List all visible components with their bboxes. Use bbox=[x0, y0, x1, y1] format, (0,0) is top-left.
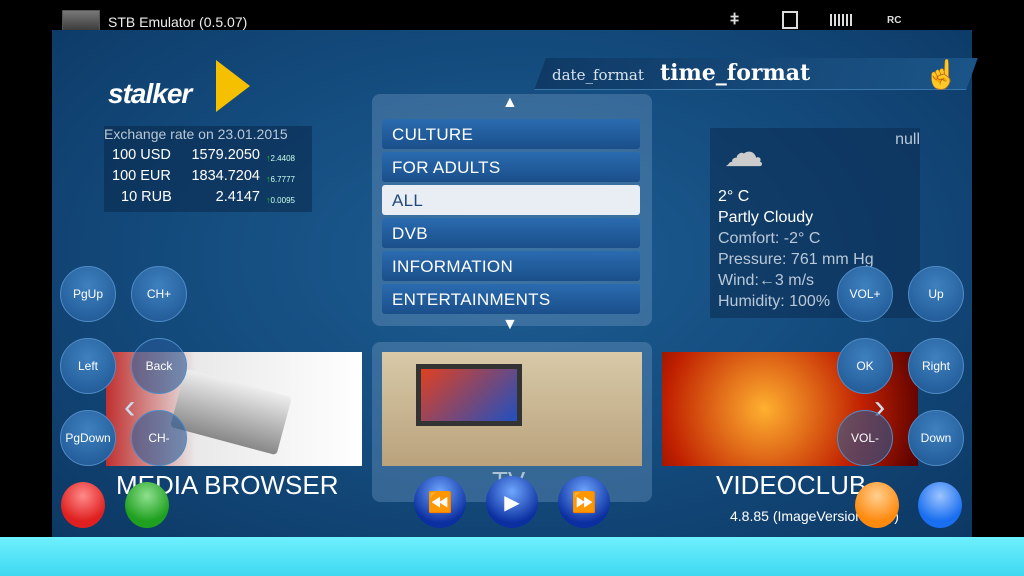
menu-item-dvb[interactable]: DVB bbox=[382, 218, 640, 248]
time-format: time_format bbox=[660, 60, 811, 86]
tv-tile[interactable] bbox=[382, 352, 642, 466]
menu-item-for-adults[interactable]: FOR ADULTS bbox=[382, 152, 640, 182]
vol-minus-button[interactable]: VOL- bbox=[837, 410, 893, 466]
exchange-title: Exchange rate on 23.01.2015 bbox=[104, 126, 288, 142]
menu-item-all[interactable]: ALL bbox=[382, 185, 640, 215]
usb-image bbox=[170, 368, 292, 456]
rate: 1579.2050 bbox=[191, 147, 260, 163]
delta: 0.0095 bbox=[266, 195, 295, 205]
weather-condition: Partly Cloudy bbox=[718, 209, 814, 226]
date-format: date_format bbox=[552, 66, 644, 84]
tv-image bbox=[416, 364, 522, 426]
currency: 100 EUR bbox=[112, 168, 171, 184]
right-button[interactable]: Right bbox=[908, 338, 964, 394]
delta: 6.7777 bbox=[266, 174, 295, 184]
fast-forward-button[interactable]: ⏩ bbox=[558, 476, 610, 528]
blue-button[interactable] bbox=[918, 482, 962, 528]
stalker-logo: stalker bbox=[108, 78, 192, 109]
ch-minus-button[interactable]: CH- bbox=[131, 410, 187, 466]
chevron-left-icon[interactable]: ‹ bbox=[124, 388, 135, 427]
keyboard-icon[interactable] bbox=[830, 14, 854, 26]
yellow-button[interactable] bbox=[855, 482, 899, 528]
logo-chevron-icon bbox=[216, 60, 250, 112]
image-icon[interactable] bbox=[782, 11, 798, 29]
back-button[interactable]: Back bbox=[131, 338, 187, 394]
rewind-button[interactable]: ⏪ bbox=[414, 476, 466, 528]
play-button[interactable]: ▶ bbox=[486, 476, 538, 528]
fast-forward-icon: ⏩ bbox=[571, 491, 597, 514]
green-button[interactable] bbox=[125, 482, 169, 528]
vol-plus-button[interactable]: VOL+ bbox=[837, 266, 893, 322]
menu-item-information[interactable]: INFORMATION bbox=[382, 251, 640, 281]
rate: 2.4147 bbox=[215, 189, 260, 205]
red-button[interactable] bbox=[61, 482, 105, 528]
exchange-rate-panel: Exchange rate on 23.01.2015 100 USD 1579.… bbox=[104, 126, 312, 212]
up-button[interactable]: Up bbox=[908, 266, 964, 322]
chevron-up-icon[interactable]: ▲ bbox=[502, 94, 518, 112]
rewind-icon: ⏪ bbox=[427, 491, 453, 514]
pgup-button[interactable]: PgUp bbox=[60, 266, 116, 322]
weather-wind: Wind:←3 m/s bbox=[718, 272, 815, 289]
rate: 1834.7204 bbox=[191, 168, 260, 184]
category-menu: ▲ CULTURE FOR ADULTS ALL DVB INFORMATION… bbox=[372, 94, 652, 333]
menu-item-entertainments[interactable]: ENTERTAINMENTS bbox=[382, 284, 640, 314]
chevron-down-icon[interactable]: ▼ bbox=[502, 316, 518, 334]
cloud-icon: ☁ bbox=[724, 131, 764, 175]
play-icon: ▶ bbox=[504, 491, 520, 514]
weather-city: null bbox=[895, 131, 920, 148]
currency: 100 USD bbox=[112, 147, 171, 163]
currency: 10 RUB bbox=[121, 189, 172, 205]
ok-button[interactable]: OK bbox=[837, 338, 893, 394]
pgdown-button[interactable]: PgDown bbox=[60, 410, 116, 466]
notification-bar bbox=[0, 537, 1024, 576]
weather-humidity: Humidity: 100% bbox=[718, 293, 831, 310]
left-button[interactable]: Left bbox=[60, 338, 116, 394]
ch-plus-button[interactable]: CH+ bbox=[131, 266, 187, 322]
menu-item-culture[interactable]: CULTURE bbox=[382, 119, 640, 149]
weather-comfort: Comfort: -2° C bbox=[718, 230, 821, 247]
settings-sliders-icon[interactable]: ⧧ bbox=[730, 8, 739, 29]
videoclub-label: VIDEOCLUB bbox=[716, 470, 867, 500]
weather-temp: 2° C bbox=[718, 188, 750, 205]
delta: 2.4408 bbox=[266, 153, 295, 163]
rc-button[interactable]: RC bbox=[887, 15, 901, 26]
weather-pressure: Pressure: 761 mm Hg bbox=[718, 251, 874, 268]
down-button[interactable]: Down bbox=[908, 410, 964, 466]
touch-hand-icon[interactable]: ☝ bbox=[924, 58, 959, 91]
app-title: STB Emulator (0.5.07) bbox=[108, 14, 248, 30]
